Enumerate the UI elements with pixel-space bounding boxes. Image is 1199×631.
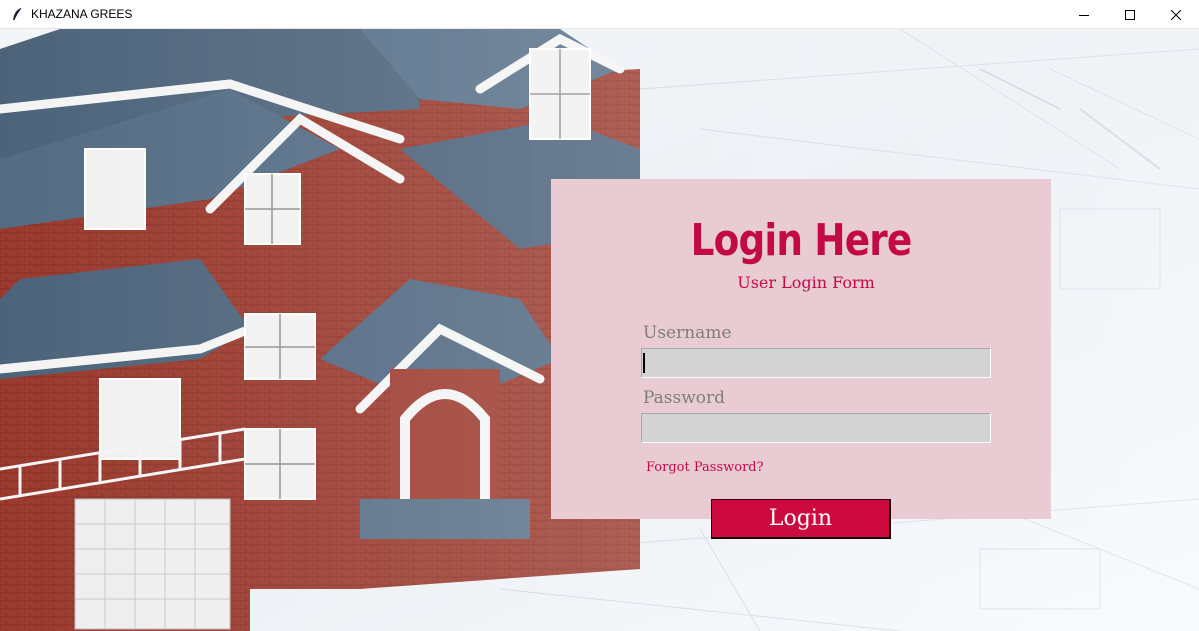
forgot-password-link[interactable]: Forgot Password?: [646, 460, 764, 475]
login-subheading: User Login Form: [737, 273, 875, 292]
close-icon: [1171, 9, 1181, 20]
close-button[interactable]: [1153, 0, 1199, 29]
password-input[interactable]: [641, 413, 991, 443]
password-label: Password: [643, 388, 726, 408]
app-window: KHAZANA GREES Login Here User Login Form…: [0, 0, 1199, 631]
window-title: KHAZANA GREES: [31, 7, 133, 21]
maximize-button[interactable]: [1107, 0, 1153, 29]
text-caret: [643, 353, 645, 373]
login-panel: Login Here User Login Form Username Pass…: [551, 179, 1051, 519]
window-controls: [1061, 0, 1199, 29]
username-label: Username: [643, 323, 732, 343]
feather-icon: [9, 6, 25, 22]
minimize-button[interactable]: [1061, 0, 1107, 29]
maximize-icon: [1125, 9, 1135, 20]
title-bar: KHAZANA GREES: [0, 0, 1199, 29]
minimize-icon: [1079, 14, 1089, 16]
username-input[interactable]: [641, 348, 991, 378]
login-button[interactable]: Login: [711, 499, 891, 539]
login-heading: Login Here: [690, 215, 913, 266]
